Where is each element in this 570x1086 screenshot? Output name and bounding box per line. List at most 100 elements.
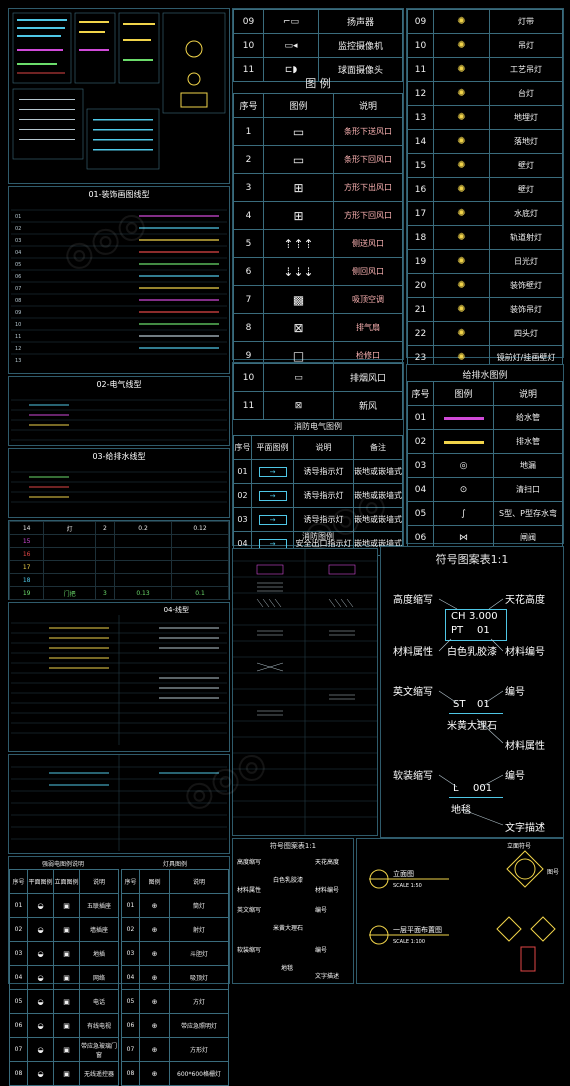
water-symbol-icon: ⊙ [433, 477, 494, 502]
lamp-h2: 说明 [169, 869, 229, 894]
lamp-no: 07 [121, 1037, 140, 1062]
exit-sign-icon: → [251, 483, 294, 508]
light-name: 台灯 [489, 81, 563, 106]
hvac-extra-11: 新风 [333, 391, 403, 420]
lamp-no: 06 [121, 1013, 140, 1038]
hvac-head-icon: 图例 [263, 93, 334, 118]
linetype-small-table: 14 灯 2 0.2 0.12 15 16 17 18 19 门把 3 0.13 0.1 [8, 520, 230, 600]
fire-name: 诱导指示灯 [293, 459, 354, 484]
fire-head-note: 备注 [353, 435, 403, 460]
small-c: 0.1 [170, 586, 230, 600]
light-name: 地埋灯 [489, 105, 563, 130]
small-name [43, 573, 96, 587]
lamp-no: 03 [121, 941, 140, 966]
s-soft-abbr: 软装缩写 [237, 947, 262, 954]
small-no: 19 [8, 586, 45, 600]
s-t1: 白色乳胶漆 [273, 877, 304, 884]
lamp-icon: ⊕ [139, 1013, 170, 1038]
linetype-rows-02 [11, 399, 227, 441]
light-name: 工艺吊灯 [489, 57, 563, 82]
elevation-symbols [369, 850, 556, 972]
hvac-symbol-icon: ⊠ [263, 313, 334, 342]
lamp-title: 灯具图例 [162, 861, 187, 868]
fire-title: 消防电气图例 [294, 422, 342, 431]
light-name: 装饰吊灯 [489, 297, 563, 322]
small-no: 17 [8, 560, 45, 574]
tu-label: 图号 [547, 869, 560, 876]
elec-table: 序号 平面图例 立面图例 说明 01 ◒ ▣ 五联插座 02 ◒ ▣ 墙插座 03 ◒ ▣ 地插 04 ◒… [9, 869, 119, 1086]
camera-icon: ▭◂ [263, 33, 319, 58]
linetype-title-04: 04-线型 [163, 606, 189, 614]
small-a: 2 [94, 521, 116, 535]
water-name: 排水管 [493, 429, 563, 454]
water-no: 02 [407, 429, 434, 454]
socket-plan-icon: ◒ [27, 1061, 54, 1086]
linetype-table-01: 01-装饰画图线型 01 02 03 04 05 06 07 08 09 10 11 12 13 [8, 186, 230, 374]
svg-text:10: 10 [15, 322, 21, 328]
small-symbol-title: 符号图案表1:1 [269, 842, 317, 850]
hvac-symbol-icon: ⇣⇣⇣ [263, 257, 334, 286]
lamp-icon: ⊕ [139, 917, 170, 942]
elec-name: 网络 [79, 965, 119, 990]
hvac-no: 6 [233, 257, 264, 286]
elec-no: 04 [9, 965, 28, 990]
svg-text:03: 03 [15, 238, 21, 244]
light-name: 水底灯 [489, 201, 563, 226]
socket-elev-icon: ▣ [53, 989, 80, 1014]
lamp-h0: 序号 [121, 869, 140, 894]
light-no: 14 [407, 129, 434, 154]
small-b: 0.2 [114, 521, 172, 535]
elec-no: 06 [9, 1013, 28, 1038]
plan-label: 一层平面布置图 [393, 926, 442, 934]
water-no: 01 [407, 405, 434, 430]
linetype-title-03: 03-给排水线型 [92, 452, 146, 461]
water-name: S型、P型存水弯 [493, 501, 563, 526]
elec-name: 五联插座 [79, 893, 119, 918]
s-t2: 米黄大理石 [273, 925, 304, 932]
light-name: 灯带 [489, 9, 563, 34]
small-no: 16 [8, 547, 45, 561]
light-symbol-icon: ✺ [433, 33, 490, 58]
fire-note: 嵌地或嵌墙式 [353, 483, 403, 508]
linetype-rows-03 [11, 471, 227, 503]
fire-footer: 消防图例 [302, 532, 334, 541]
socket-plan-icon: ◒ [27, 1037, 54, 1062]
light-no: 17 [407, 201, 434, 226]
water-name: 给水管 [493, 405, 563, 430]
light-symbol-icon: ✺ [433, 297, 490, 322]
light-no: 13 [407, 105, 434, 130]
light-name: 日光灯 [489, 249, 563, 274]
water-symbol-icon: ∫ [433, 501, 494, 526]
fire-no: 03 [233, 507, 252, 532]
light-no: 18 [407, 225, 434, 250]
small-name: 灯 [43, 521, 96, 535]
small-name [43, 547, 96, 561]
small-a: 3 [94, 586, 116, 600]
svg-text:11: 11 [15, 334, 21, 340]
light-no: 09 [407, 9, 434, 34]
elev-scale: SCALE 1:50 [393, 883, 422, 889]
lamp-name: 方灯 [169, 989, 229, 1014]
small-c [170, 560, 230, 574]
socket-elev-icon: ▣ [53, 965, 80, 990]
hvac-no: 7 [233, 285, 264, 314]
small-a [94, 534, 116, 548]
s-code2: 编号 [315, 947, 328, 954]
legend-top-name-0: 扬声器 [318, 9, 403, 34]
light-no: 20 [407, 273, 434, 298]
water-head-desc: 说明 [493, 381, 563, 406]
light-symbol-icon: ✺ [433, 321, 490, 346]
thumb-sheet-overview [8, 8, 230, 184]
socket-plan-icon: ◒ [27, 917, 54, 942]
elec-no: 03 [9, 941, 28, 966]
svg-text:06: 06 [15, 274, 21, 280]
light-no: 21 [407, 297, 434, 322]
light-name: 壁灯 [489, 153, 563, 178]
exit-sign-icon: → [251, 459, 294, 484]
lamp-name: 斗胆灯 [169, 941, 229, 966]
light-symbol-icon: ✺ [433, 273, 490, 298]
hvac-name: 排气扇 [333, 313, 403, 342]
elev-label: 立面图 [393, 870, 414, 878]
hvac-no: 3 [233, 173, 264, 202]
light-no: 16 [407, 177, 434, 202]
